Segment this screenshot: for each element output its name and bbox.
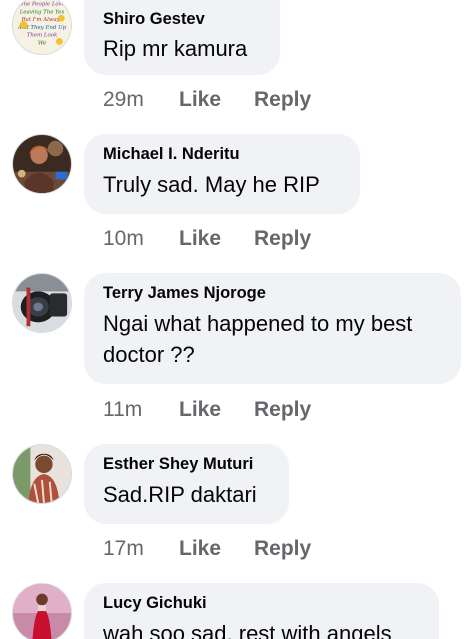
commenter-avatar[interactable] — [12, 134, 72, 194]
avatar-text-line: But I'm Always — [20, 17, 62, 23]
comment-text: Ngai what happened to my best doctor ?? — [103, 311, 413, 367]
comment-actions: 11m Like Reply — [103, 397, 311, 423]
comment-bubble: Shiro Gestev Rip mr kamura — [84, 0, 280, 75]
comment-actions: 10m Like Reply — [103, 226, 311, 252]
avatar-text-line: One People Love — [19, 2, 65, 8]
comment-author[interactable]: Lucy Gichuki — [103, 593, 419, 613]
comment-actions: 29m Like Reply — [103, 87, 311, 113]
avatar-text-line: Leaving The Yes — [19, 9, 65, 15]
comment-author[interactable]: Esther Shey Muturi — [103, 454, 269, 474]
comment-timestamp[interactable]: 10m — [103, 226, 179, 252]
reply-button[interactable]: Reply — [254, 87, 311, 113]
comment-bubble: Lucy Gichuki wah soo sad, rest with ange… — [84, 583, 439, 639]
comment-timestamp[interactable]: 17m — [103, 536, 179, 562]
comment-text: Truly sad. May he RIP — [103, 172, 320, 197]
like-button[interactable]: Like — [179, 397, 254, 423]
person-avatar-icon — [13, 135, 71, 193]
commenter-avatar[interactable]: One People Love Leaving The Yes But I'm … — [12, 0, 72, 55]
comment-timestamp[interactable]: 11m — [103, 397, 179, 423]
like-button[interactable]: Like — [179, 87, 254, 113]
commenter-avatar[interactable] — [12, 273, 72, 333]
comment-feed: One People Love Leaving The Yes But I'm … — [0, 0, 473, 639]
avatar-text-line: We — [38, 40, 46, 46]
comment-text: Rip mr kamura — [103, 36, 248, 61]
commenter-avatar[interactable] — [12, 583, 72, 639]
person-red-dress-avatar-icon — [13, 584, 71, 639]
reply-button[interactable]: Reply — [254, 536, 311, 562]
avatar-text-line: Them Look — [27, 33, 58, 39]
comment-bubble: Michael I. Nderitu Truly sad. May he RIP — [84, 134, 360, 214]
person-avatar-icon — [13, 445, 71, 503]
comment-bubble: Terry James Njoroge Ngai what happened t… — [84, 273, 461, 384]
camera-lens-avatar-icon — [13, 274, 71, 332]
reply-button[interactable]: Reply — [254, 397, 311, 423]
comment-author[interactable]: Michael I. Nderitu — [103, 144, 340, 164]
comment-bubble: Esther Shey Muturi Sad.RIP daktari — [84, 444, 289, 524]
like-button[interactable]: Like — [179, 226, 254, 252]
reply-button[interactable]: Reply — [254, 226, 311, 252]
like-button[interactable]: Like — [179, 536, 254, 562]
comment-timestamp[interactable]: 29m — [103, 87, 179, 113]
comment-text: wah soo sad, rest with angels — [103, 621, 392, 639]
comment-text: Sad.RIP daktari — [103, 482, 257, 507]
comment-actions: 17m Like Reply — [103, 536, 311, 562]
text-collage-avatar-icon: One People Love Leaving The Yes But I'm … — [13, 0, 71, 54]
commenter-avatar[interactable] — [12, 444, 72, 504]
comment-author[interactable]: Shiro Gestev — [103, 9, 260, 29]
comment-author[interactable]: Terry James Njoroge — [103, 283, 441, 303]
